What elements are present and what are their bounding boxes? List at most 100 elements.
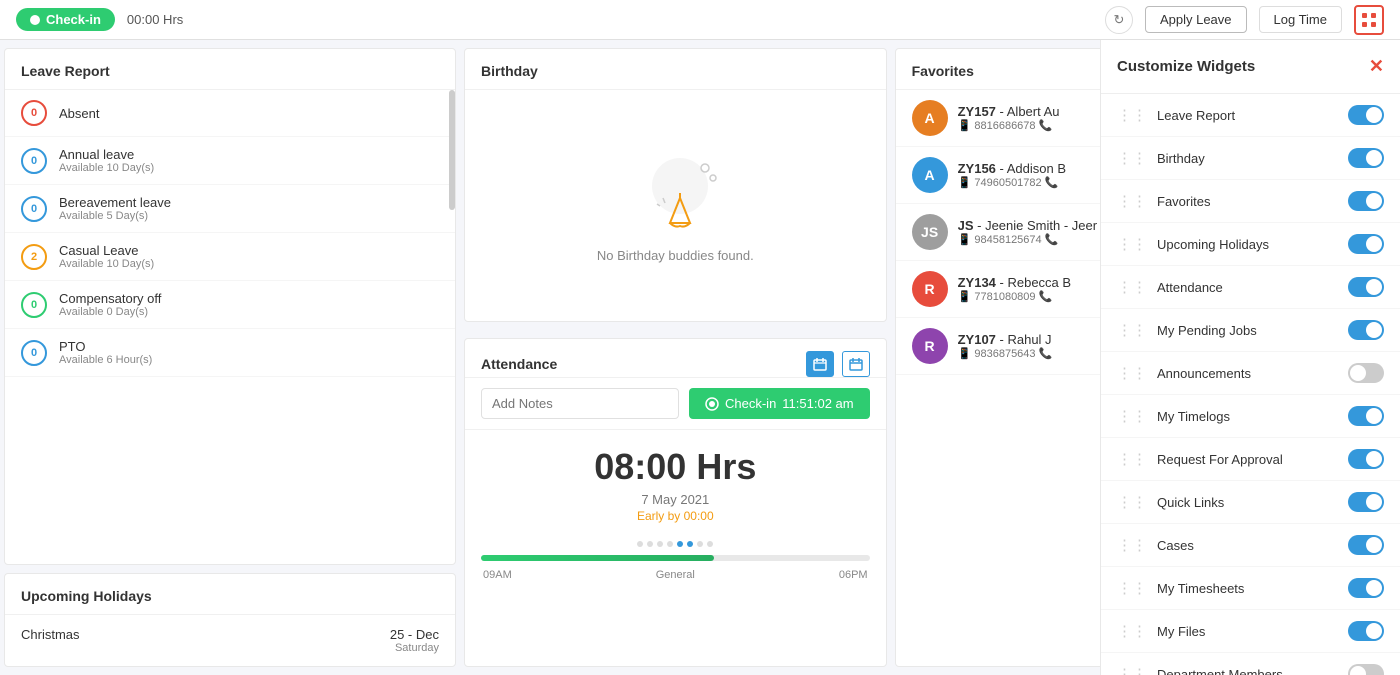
widget-toggle[interactable] xyxy=(1348,535,1384,555)
apply-leave-button[interactable]: Apply Leave xyxy=(1145,6,1247,33)
attendance-tab-calendar[interactable] xyxy=(806,351,834,377)
attendance-tab-list[interactable] xyxy=(842,351,870,377)
attendance-title: Attendance xyxy=(481,356,557,372)
widget-item: ⋮⋮ My Timesheets xyxy=(1101,567,1400,610)
drag-handle[interactable]: ⋮⋮ xyxy=(1117,407,1147,425)
drag-handle[interactable]: ⋮⋮ xyxy=(1117,450,1147,468)
widget-toggle[interactable] xyxy=(1348,191,1384,211)
widget-item: ⋮⋮ Favorites xyxy=(1101,180,1400,223)
toggle-thumb xyxy=(1366,150,1382,166)
timeline-labels: 09AM General 06PM xyxy=(481,569,870,581)
customize-title: Customize Widgets xyxy=(1117,58,1255,75)
leave-badge: 0 xyxy=(21,100,47,126)
widget-toggle[interactable] xyxy=(1348,277,1384,297)
notes-input[interactable] xyxy=(481,388,679,419)
widget-label: My Timesheets xyxy=(1157,581,1348,596)
holiday-list: Christmas 25 - Dec Saturday xyxy=(5,615,455,666)
refresh-icon[interactable]: ↻ xyxy=(1105,6,1133,34)
checkin-label: Check-in xyxy=(46,12,101,27)
favorite-item[interactable]: R ZY134 - Rebecca B 📱 7781080809 📞 xyxy=(896,261,1100,318)
checkin-action-button[interactable]: Check-in 11:51:02 am xyxy=(689,388,870,419)
fav-info: ZY156 - Addison B 📱 74960501782 📞 xyxy=(958,161,1100,189)
leave-available: Available 5 Day(s) xyxy=(59,210,171,222)
toggle-thumb xyxy=(1350,666,1366,675)
widget-item: ⋮⋮ Announcements xyxy=(1101,352,1400,395)
drag-handle[interactable]: ⋮⋮ xyxy=(1117,192,1147,210)
favorite-item[interactable]: A ZY156 - Addison B 📱 74960501782 📞 xyxy=(896,147,1100,204)
widget-item: ⋮⋮ Request For Approval xyxy=(1101,438,1400,481)
toggle-thumb xyxy=(1366,623,1382,639)
fav-name: ZY134 - Rebecca B xyxy=(958,275,1100,290)
widget-toggle[interactable] xyxy=(1348,664,1384,675)
widget-toggle[interactable] xyxy=(1348,105,1384,125)
middle-column: Birthday No Birthday buddies found. xyxy=(460,40,891,675)
drag-handle[interactable]: ⋮⋮ xyxy=(1117,364,1147,382)
leave-available: Available 10 Day(s) xyxy=(59,162,154,174)
leave-badge: 2 xyxy=(21,244,47,270)
drag-handle[interactable]: ⋮⋮ xyxy=(1117,579,1147,597)
drag-handle[interactable]: ⋮⋮ xyxy=(1117,622,1147,640)
drag-handle[interactable]: ⋮⋮ xyxy=(1117,536,1147,554)
widget-toggle[interactable] xyxy=(1348,363,1384,383)
drag-handle[interactable]: ⋮⋮ xyxy=(1117,235,1147,253)
widget-item: ⋮⋮ Quick Links xyxy=(1101,481,1400,524)
widget-toggle[interactable] xyxy=(1348,449,1384,469)
drag-handle[interactable]: ⋮⋮ xyxy=(1117,493,1147,511)
fav-name: ZY156 - Addison B xyxy=(958,161,1100,176)
avatar: R xyxy=(912,271,948,307)
fav-info: ZY107 - Rahul J 📱 9836875643 📞 xyxy=(958,332,1100,360)
widget-toggle[interactable] xyxy=(1348,234,1384,254)
birthday-empty: No Birthday buddies found. xyxy=(465,90,886,321)
leave-item[interactable]: 0 Bereavement leave Available 5 Day(s) xyxy=(5,185,455,233)
widget-toggle[interactable] xyxy=(1348,320,1384,340)
attendance-panel: Attendance Check-in xyxy=(464,338,887,667)
left-column: Leave Report 0 Absent 0 Annual leave Ava… xyxy=(0,40,460,675)
fav-info: ZY157 - Albert Au 📱 8816686678 📞 xyxy=(958,104,1100,132)
timeline-dot xyxy=(657,541,663,547)
checkin-button[interactable]: Check-in xyxy=(16,8,115,31)
widget-item: ⋮⋮ My Files xyxy=(1101,610,1400,653)
leave-item[interactable]: 0 PTO Available 6 Hour(s) xyxy=(5,329,455,377)
leave-item[interactable]: 2 Casual Leave Available 10 Day(s) xyxy=(5,233,455,281)
leave-name: PTO xyxy=(59,339,152,354)
favorite-item[interactable]: JS JS - Jeenie Smith - Jeer 📱 9845812567… xyxy=(896,204,1100,261)
widget-toggle[interactable] xyxy=(1348,621,1384,641)
widget-toggle[interactable] xyxy=(1348,148,1384,168)
timeline-dot xyxy=(707,541,713,547)
attendance-header: Attendance xyxy=(465,339,886,378)
favorites-list: A ZY157 - Albert Au 📱 8816686678 📞 A ZY1… xyxy=(896,90,1100,375)
customize-widgets-button[interactable] xyxy=(1354,5,1384,35)
log-time-button[interactable]: Log Time xyxy=(1259,6,1342,33)
widget-toggle[interactable] xyxy=(1348,492,1384,512)
widget-item: ⋮⋮ Attendance xyxy=(1101,266,1400,309)
drag-handle[interactable]: ⋮⋮ xyxy=(1117,106,1147,124)
drag-handle[interactable]: ⋮⋮ xyxy=(1117,278,1147,296)
drag-handle[interactable]: ⋮⋮ xyxy=(1117,149,1147,167)
timeline-mid: General xyxy=(656,569,695,581)
close-customize-button[interactable]: ✕ xyxy=(1369,56,1384,77)
avatar: A xyxy=(912,100,948,136)
widget-label: Quick Links xyxy=(1157,495,1348,510)
favorite-item[interactable]: A ZY157 - Albert Au 📱 8816686678 📞 xyxy=(896,90,1100,147)
timeline-dot xyxy=(697,541,703,547)
leave-badge: 0 xyxy=(21,196,47,222)
widget-toggle[interactable] xyxy=(1348,578,1384,598)
fav-phone: 📱 7781080809 📞 xyxy=(958,290,1100,303)
favorites-title: Favorites xyxy=(896,49,1100,90)
favorite-item[interactable]: R ZY107 - Rahul J 📱 9836875643 📞 xyxy=(896,318,1100,375)
leave-item[interactable]: 0 Absent xyxy=(5,90,455,137)
leave-item[interactable]: 0 Compensatory off Available 0 Day(s) xyxy=(5,281,455,329)
leave-badge: 0 xyxy=(21,148,47,174)
upcoming-holidays-panel: Upcoming Holidays Christmas 25 - Dec Sat… xyxy=(4,573,456,667)
upcoming-holidays-title: Upcoming Holidays xyxy=(5,574,455,615)
toggle-thumb xyxy=(1366,494,1382,510)
fav-info: JS - Jeenie Smith - Jeer 📱 98458125674 📞 xyxy=(958,218,1100,246)
toggle-thumb xyxy=(1366,408,1382,424)
drag-handle[interactable]: ⋮⋮ xyxy=(1117,665,1147,675)
drag-handle[interactable]: ⋮⋮ xyxy=(1117,321,1147,339)
widget-toggle[interactable] xyxy=(1348,406,1384,426)
checkin-dot xyxy=(30,15,40,25)
widget-label: Upcoming Holidays xyxy=(1157,237,1348,252)
leave-item[interactable]: 0 Annual leave Available 10 Day(s) xyxy=(5,137,455,185)
content-area: Leave Report 0 Absent 0 Annual leave Ava… xyxy=(0,40,1100,675)
